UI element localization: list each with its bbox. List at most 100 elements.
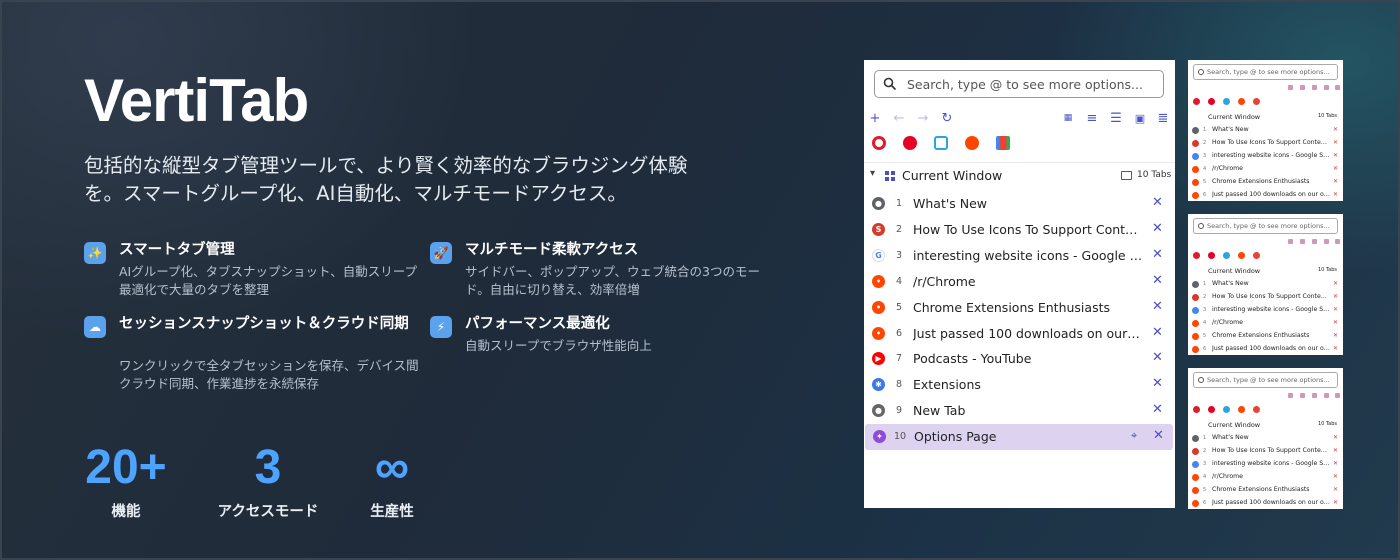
pinterest-icon[interactable] <box>903 136 917 150</box>
tab-row[interactable]: G3 interesting website icons - Google Sea… <box>864 243 1175 269</box>
preview-tab-number: 2 <box>1203 140 1207 146</box>
gmail-icon[interactable] <box>996 136 1010 150</box>
preview-tab-title: Chrome Extensions Enthusiasts <box>1212 486 1310 493</box>
favorite-icon <box>1223 406 1230 413</box>
close-icon[interactable]: ✕ <box>1152 350 1163 365</box>
toolbar-dot <box>1335 239 1340 244</box>
close-icon: ✕ <box>1333 345 1339 352</box>
preview-tab-title: interesting website icons - Google Searc… <box>1212 306 1330 313</box>
favorite-icon <box>1238 252 1245 259</box>
close-icon[interactable]: ✕ <box>1152 299 1163 314</box>
tab-row[interactable]: ● 9 New Tab ✕ <box>864 398 1175 424</box>
preview-tab-number: 4 <box>1203 474 1207 480</box>
focus-icon[interactable]: ⌖ <box>1131 429 1137 443</box>
toolbar-dot <box>1312 85 1317 90</box>
tab-title: How To Use Icons To Support Content In .… <box>913 221 1143 237</box>
extension-panel: + ← → ↻ ▦ ≡ ☰ ▣ ≣ ▾ Current Window 10 Ta… <box>864 60 1175 508</box>
preview-tab-row: 6 Just passed 100 downloads on our open s… <box>1188 190 1343 201</box>
close-icon: ✕ <box>1333 178 1339 185</box>
search-box[interactable] <box>874 70 1164 98</box>
close-icon[interactable]: ✕ <box>1152 402 1163 417</box>
close-icon: ✕ <box>1333 473 1339 480</box>
preview-tab-row: 6 Just passed 100 downloads on our open s… <box>1188 498 1343 509</box>
reddit-icon: • <box>872 300 885 314</box>
preview-window-header: Current Window 10 Tabs <box>1188 266 1343 278</box>
preview-tab-title: Chrome Extensions Enthusiasts <box>1212 178 1310 185</box>
preview-window-title: Current Window <box>1208 421 1261 429</box>
tab-number: 6 <box>895 327 903 339</box>
window-icon[interactable]: ▣ <box>1133 108 1147 128</box>
tab-title: Options Page <box>914 429 997 445</box>
close-icon: ✕ <box>1333 191 1339 198</box>
back-icon[interactable]: ← <box>892 108 906 128</box>
refresh-icon[interactable]: ↻ <box>940 108 954 128</box>
toolbar-dot <box>1300 239 1305 244</box>
close-icon[interactable]: ✕ <box>1153 428 1164 443</box>
target-icon[interactable] <box>872 136 886 150</box>
preview-tab-row: 1 What's New ✕ <box>1188 125 1343 138</box>
reddit-icon[interactable] <box>965 136 979 150</box>
preview-tab-number: 1 <box>1203 281 1207 287</box>
toolbar-dot <box>1335 393 1340 398</box>
feature-title: セッションスナップショット＆クラウド同期 <box>119 316 409 332</box>
preview-tab-title: Just passed 100 downloads on our open s.… <box>1212 191 1330 198</box>
tab-row[interactable]: • 6 Just passed 100 downloads on our open … <box>864 321 1175 347</box>
close-icon[interactable]: ✕ <box>1152 247 1163 262</box>
close-icon: ✕ <box>1333 486 1339 493</box>
favicon-icon <box>1192 487 1199 494</box>
close-icon: ✕ <box>1333 332 1339 339</box>
tab-number: 7 <box>895 353 903 365</box>
close-icon[interactable]: ✕ <box>1152 325 1163 340</box>
close-icon: ✕ <box>1333 293 1339 300</box>
close-icon: ✕ <box>1333 499 1339 506</box>
search-input[interactable] <box>907 76 1147 92</box>
add-icon[interactable]: + <box>868 108 882 128</box>
tab-row[interactable]: • 5 Chrome Extensions Enthusiasts ✕ <box>864 295 1175 321</box>
calendar-icon[interactable]: ▦ <box>1061 108 1075 128</box>
preview-tab-title: What's New <box>1212 280 1249 287</box>
close-icon[interactable]: ✕ <box>1152 273 1163 288</box>
close-icon[interactable]: ✕ <box>1152 221 1163 236</box>
favicon-icon <box>1192 179 1199 186</box>
favicon-icon <box>1192 461 1199 468</box>
favorite-icon <box>1193 406 1200 413</box>
tab-row[interactable]: ● 1 What's New ✕ <box>864 191 1175 217</box>
rocket-icon: 🚀 <box>430 242 452 264</box>
preview-panel: Search, type @ to see more options... Cur… <box>1188 60 1343 201</box>
tab-number: 3 <box>895 249 903 261</box>
close-icon[interactable]: ✕ <box>1152 195 1163 210</box>
preview-toolbar <box>1188 85 1343 93</box>
close-icon: ✕ <box>1333 280 1339 287</box>
tab-row[interactable]: ✱ 8 Extensions ✕ <box>864 372 1175 398</box>
close-icon: ✕ <box>1333 152 1339 159</box>
forward-icon[interactable]: → <box>916 108 930 128</box>
toolbar-dot <box>1324 239 1329 244</box>
chevron-down-icon[interactable]: ▾ <box>870 168 875 179</box>
menu-icon[interactable]: ≣ <box>1156 108 1170 128</box>
window-header[interactable]: ▾ Current Window 10 Tabs <box>864 162 1175 188</box>
tab-row[interactable]: ▶ 7 Podcasts - YouTube ✕ <box>864 346 1175 372</box>
preview-tab-title: /r/Chrome <box>1212 319 1243 326</box>
feature-desc: 自動スリープでブラウザ性能向上 <box>465 338 652 353</box>
close-icon: ✕ <box>1333 434 1339 441</box>
stat-value: ∞ <box>374 441 410 494</box>
close-icon: ✕ <box>1333 460 1339 467</box>
favorite-icon <box>1208 252 1215 259</box>
sort-icon[interactable]: ≡ <box>1085 108 1099 128</box>
preview-tab-row: 2 How To Use Icons To Support Content In … <box>1188 292 1343 305</box>
preview-tab-row: 4/r/Chrome ✕ <box>1188 318 1343 331</box>
close-icon[interactable]: ✕ <box>1152 376 1163 391</box>
preview-tab-number: 5 <box>1203 179 1207 185</box>
favorite-icon <box>1223 98 1230 105</box>
feature-title: パフォーマンス最適化 <box>465 316 610 332</box>
preview-tab-row: 5 Chrome Extensions Enthusiasts ✕ <box>1188 177 1343 190</box>
tab-row[interactable]: ✦ 10 Options Page ⌖ ✕ <box>865 424 1173 451</box>
list-icon[interactable]: ☰ <box>1109 108 1123 128</box>
tab-row[interactable]: S2 How To Use Icons To Support Content In… <box>864 217 1175 243</box>
toolbar-dot <box>1288 85 1293 90</box>
preview-toolbar <box>1188 393 1343 401</box>
bilibili-icon[interactable] <box>934 136 948 150</box>
tab-row[interactable]: • 4/r/Chrome ✕ <box>864 269 1175 295</box>
preview-tab-number: 1 <box>1203 435 1207 441</box>
preview-panel: Search, type @ to see more options... Cur… <box>1188 214 1343 355</box>
